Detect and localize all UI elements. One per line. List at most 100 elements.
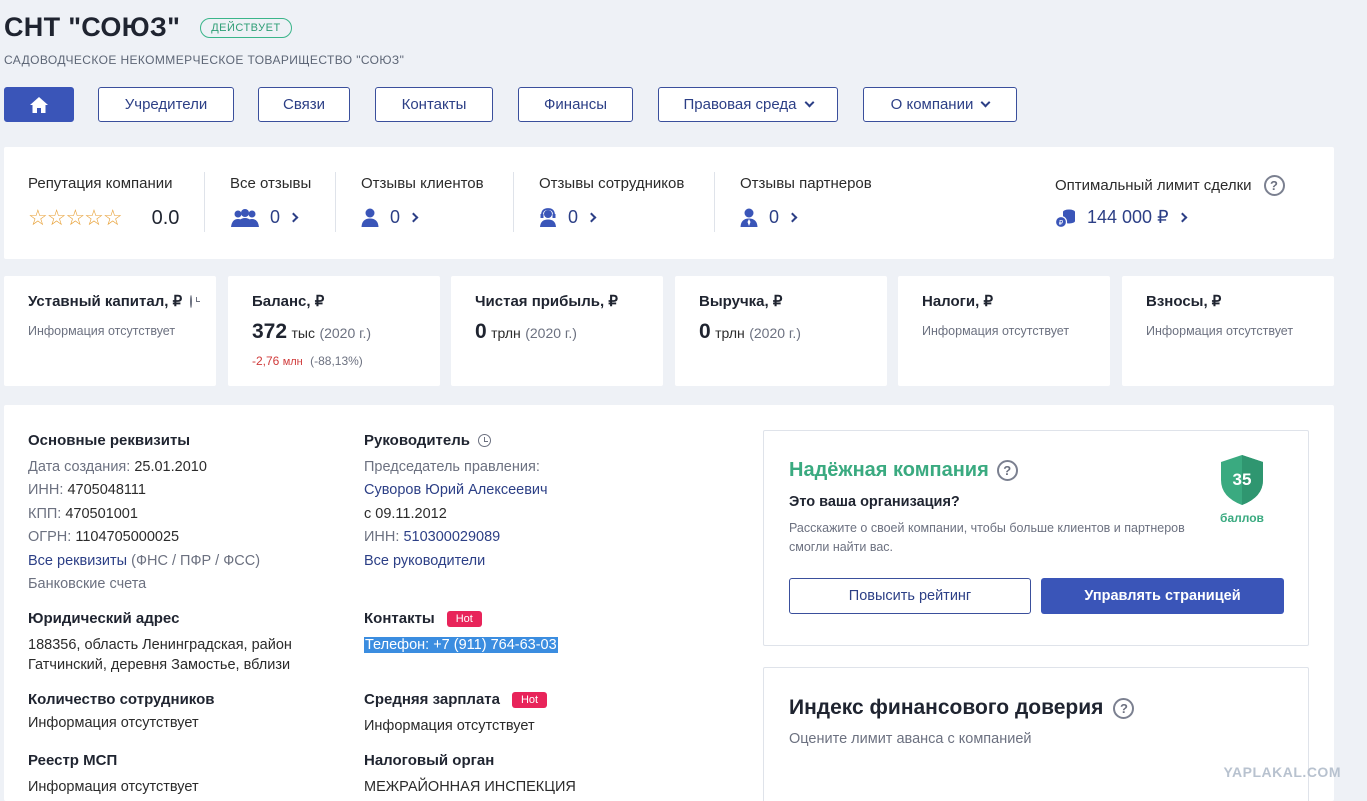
section-title-address: Юридический адрес: [28, 610, 180, 627]
employee-reviews[interactable]: Отзывы сотрудников 0: [539, 175, 685, 227]
section-title-contacts: Контакты: [364, 610, 435, 627]
divider: [513, 172, 514, 232]
fin-title: Выручка, ₽: [699, 293, 783, 310]
head-since: с 09.11.2012: [364, 506, 447, 522]
clock-icon: [478, 434, 491, 447]
nav-legal[interactable]: Правовая среда: [658, 87, 838, 122]
fin-value: 0: [475, 320, 487, 343]
support-agent-icon: [540, 207, 556, 227]
head-name-link[interactable]: Суворов Юрий Алексеевич: [364, 482, 548, 498]
nav-contacts[interactable]: Контакты: [375, 87, 493, 122]
main-info-panel: Основные реквизиты Дата создания: 25.01.…: [4, 405, 1334, 801]
client-reviews-count: 0: [390, 207, 401, 227]
fin-empty-text: Информация отсутствует: [1146, 324, 1294, 338]
fin-unit: трлн: [715, 325, 745, 341]
nav-label: Правовая среда: [683, 96, 797, 113]
salary-value: Информация отсутствует: [364, 718, 535, 734]
phone-number[interactable]: Телефон: +7 (911) 764-63-03: [364, 637, 558, 653]
section-title-tax-office: Налоговый орган: [364, 752, 495, 769]
employees-value: Информация отсутствует: [28, 715, 199, 731]
fin-card-contributions[interactable]: Взносы, ₽ Информация отсутствует: [1122, 276, 1334, 386]
chevron-right-icon: [408, 212, 419, 223]
nav-label: Финансы: [544, 96, 607, 113]
nav-label: Контакты: [401, 96, 467, 113]
manage-page-button[interactable]: Управлять страницей: [1041, 578, 1284, 614]
trust-question: Это ваша организация?: [789, 494, 960, 510]
client-reviews[interactable]: Отзывы клиентов 0: [361, 175, 484, 227]
all-heads-link[interactable]: Все руководители: [364, 553, 485, 569]
nav-about[interactable]: О компании: [863, 87, 1017, 122]
nav-label: Связи: [282, 96, 325, 113]
field-label: ИНН:: [364, 529, 400, 545]
watermark: YAPLAKAL.COM: [1223, 764, 1341, 780]
partner-reviews-label: Отзывы партнеров: [740, 175, 872, 192]
fin-year: (2020 г.): [525, 325, 577, 341]
employee-reviews-label: Отзывы сотрудников: [539, 175, 685, 192]
fin-title: Чистая прибыль, ₽: [475, 293, 618, 310]
client-reviews-label: Отзывы клиентов: [361, 175, 484, 192]
msp-value: Информация отсутствует: [28, 779, 199, 795]
nav-links[interactable]: Связи: [258, 87, 350, 122]
reputation-label: Репутация компании: [28, 175, 173, 192]
deal-limit[interactable]: Оптимальный лимит сделки ? ₽ 144 000 ₽: [1055, 175, 1285, 228]
head-inn-link[interactable]: 510300029089: [403, 529, 500, 545]
home-button[interactable]: [4, 87, 74, 122]
nav-label: О компании: [890, 96, 974, 113]
address-line: 188356, область Ленинградская, район: [28, 637, 292, 653]
employee-reviews-count: 0: [568, 207, 579, 227]
deal-limit-label: Оптимальный лимит сделки: [1055, 177, 1252, 194]
section-title-head: Руководитель: [364, 432, 470, 449]
all-details-link[interactable]: Все реквизиты: [28, 553, 127, 569]
fin-delta-unit: млн: [282, 356, 303, 368]
fin-title: Уставный капитал, ₽: [28, 293, 183, 310]
section-title-salary: Средняя зарплата: [364, 691, 500, 708]
trust-title: Надёжная компания: [789, 459, 989, 481]
partner-reviews[interactable]: Отзывы партнеров 0: [740, 175, 872, 227]
fin-card-balance[interactable]: Баланс, ₽ 372 тыс (2020 г.) -2,76 млн (-…: [228, 276, 440, 386]
fin-year: (2020 г.): [749, 325, 801, 341]
index-description: Оцените лимит аванса с компанией: [789, 731, 1032, 747]
status-badge: ДЕЙСТВУЕТ: [200, 17, 292, 38]
details-sources: (ФНС / ПФР / ФСС): [131, 553, 261, 569]
group-users-icon: [231, 208, 259, 227]
chevron-down-icon: [980, 97, 991, 107]
field-label: Дата создания:: [28, 459, 131, 475]
help-icon[interactable]: ?: [996, 460, 1018, 481]
field-label: КПП:: [28, 506, 62, 522]
nav-founders[interactable]: Учредители: [98, 87, 234, 122]
fin-title: Налоги, ₽: [922, 293, 994, 310]
creation-date: 25.01.2010: [134, 459, 207, 475]
company-full-name: САДОВОДЧЕСКОЕ НЕКОММЕРЧЕСКОЕ ТОВАРИЩЕСТВ…: [4, 53, 405, 67]
divider: [335, 172, 336, 232]
fin-title: Взносы, ₽: [1146, 293, 1222, 310]
all-reviews[interactable]: Все отзывы 0: [230, 175, 311, 227]
fin-value: 0: [699, 320, 711, 343]
fin-card-profit[interactable]: Чистая прибыль, ₽ 0 трлн (2020 г.): [451, 276, 663, 386]
kpp-value: 470501001: [65, 506, 138, 522]
fin-delta-pct: (-88,13%): [310, 354, 363, 368]
ogrn-value: 1104705000025: [75, 529, 180, 545]
section-title-employees: Количество сотрудников: [28, 691, 215, 708]
head-position: Председатель правления:: [364, 459, 540, 475]
points-label: баллов: [1220, 511, 1264, 525]
nav-finance[interactable]: Финансы: [518, 87, 633, 122]
fin-unit: тыс: [291, 325, 315, 341]
reputation-score: 0.0: [151, 206, 180, 229]
help-icon[interactable]: ?: [1113, 697, 1135, 719]
reputation-panel: Репутация компании ☆☆☆☆☆ 0.0 Все отзывы …: [4, 147, 1334, 259]
fin-card-capital[interactable]: Уставный капитал, ₽ Информация отсутству…: [4, 276, 216, 386]
chevron-right-icon: [586, 212, 597, 223]
bank-accounts-link[interactable]: Банковские счета: [28, 576, 146, 592]
fin-card-taxes[interactable]: Налоги, ₽ Информация отсутствует: [898, 276, 1110, 386]
section-title-msp: Реестр МСП: [28, 752, 118, 769]
chevron-right-icon: [1177, 212, 1187, 223]
rating-stars-icon: ☆☆☆☆☆: [28, 205, 123, 230]
section-title-details: Основные реквизиты: [28, 432, 191, 449]
field-label: ОГРН:: [28, 529, 72, 545]
business-user-icon: [740, 208, 758, 227]
user-icon: [361, 208, 379, 227]
fin-card-revenue[interactable]: Выручка, ₽ 0 трлн (2020 г.): [675, 276, 887, 386]
raise-rating-button[interactable]: Повысить рейтинг: [789, 578, 1031, 614]
address-line: Гатчинский, деревня Замостье, вблизи: [28, 657, 291, 673]
help-icon[interactable]: ?: [1263, 175, 1285, 196]
